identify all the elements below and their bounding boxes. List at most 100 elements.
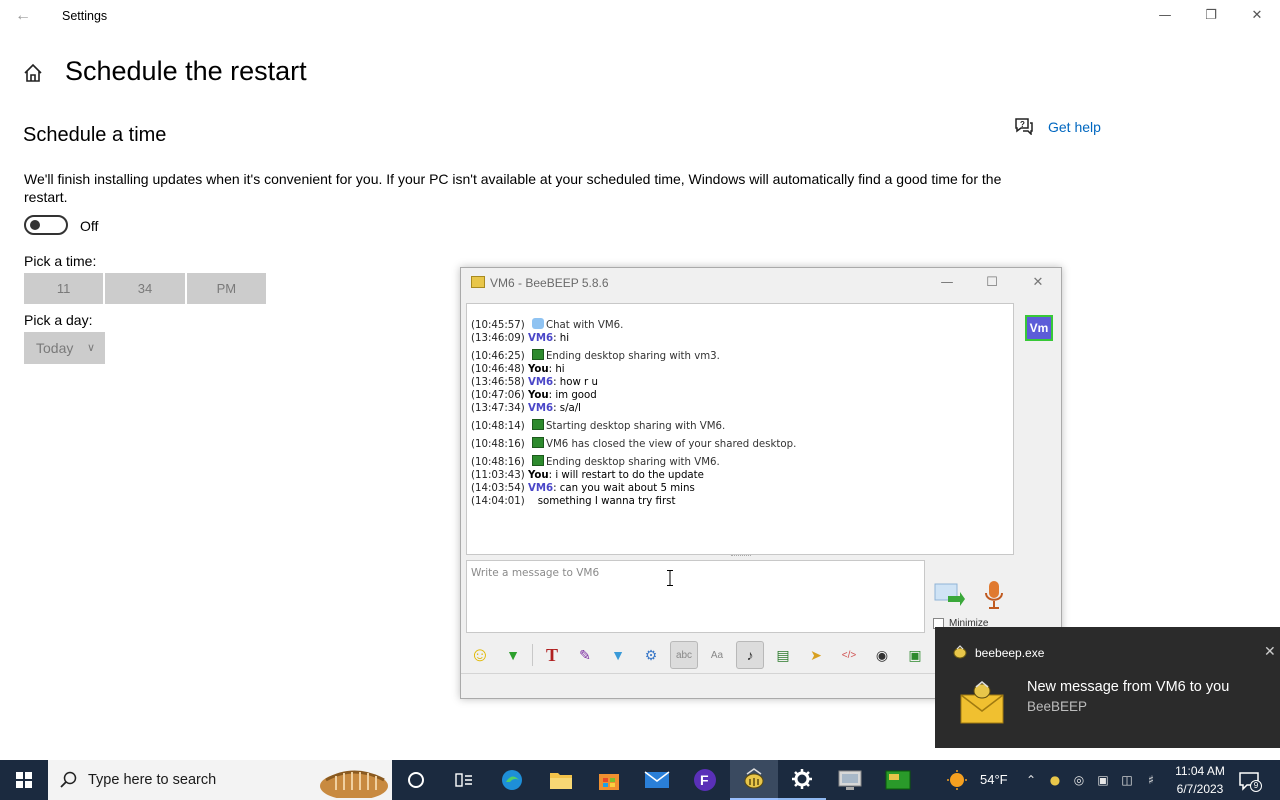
save-chat-icon[interactable]: ▤ (769, 641, 797, 669)
chat-log[interactable]: (10:45:57) Chat with VM6. (13:46:09) VM6:… (466, 303, 1014, 555)
home-icon[interactable] (22, 62, 44, 84)
beebeep-taskbar-icon[interactable] (730, 760, 778, 800)
search-highlight-art-icon (320, 770, 388, 798)
emoticon-icon[interactable]: ☺ (466, 641, 494, 669)
settings-gear-icon[interactable]: ⚙ (637, 641, 665, 669)
app-f-icon[interactable]: F (681, 760, 729, 800)
taskbar: Type here to search F 54°F ⌃ ● ◎ ▣ ◫ ♯ 1… (0, 760, 1280, 800)
message-text: i will restart to do the update (555, 470, 704, 481)
message-timestamp: (10:48:14) (471, 421, 525, 432)
bee-tray-icon[interactable]: ● (1046, 771, 1064, 789)
message-sender: VM6 (527, 377, 554, 388)
message-timestamp: (10:46:25) (471, 351, 525, 362)
store-icon[interactable] (585, 760, 633, 800)
pick-day-label: Pick a day: (24, 312, 93, 328)
green-screen-icon (885, 770, 911, 790)
message-sender: VM6 (527, 333, 554, 344)
bee-icon (953, 645, 967, 659)
weather-icon[interactable] (946, 769, 968, 791)
clock-time[interactable]: 11:04 AM (1172, 764, 1228, 778)
word-complete-icon[interactable]: Aa (703, 641, 731, 669)
toast-notification[interactable]: beebeep.exe ✕ New message from VM6 to yo… (935, 627, 1280, 748)
close-icon[interactable]: ✕ (1018, 272, 1058, 294)
maximize-icon[interactable]: ☐ (972, 272, 1012, 294)
message-text: Starting desktop sharing with VM6. (545, 421, 726, 432)
message-timestamp: (13:47:34) (471, 403, 525, 414)
network-icon[interactable]: ◫ (1118, 771, 1136, 789)
message-timestamp: (10:48:16) (471, 439, 525, 450)
settings-titlebar: ← Settings — ❐ ✕ (0, 0, 1280, 32)
message-input[interactable]: Write a message to VM6 (466, 560, 925, 633)
schedule-toggle[interactable] (24, 215, 68, 235)
user-panel: Vm (1017, 303, 1061, 623)
chevron-up-icon[interactable]: ⌃ (1022, 771, 1040, 789)
webcam-icon[interactable]: ◎ (1070, 771, 1088, 789)
message-text: something I wanna try first (537, 496, 676, 507)
chat-message-row: (13:47:34) VM6: s/a/l (471, 403, 582, 414)
chat-system-row: (10:46:25) Ending desktop sharing with v… (471, 345, 1013, 363)
cortana-icon[interactable] (392, 760, 440, 800)
back-arrow-icon[interactable]: ← (12, 6, 34, 26)
minimize-icon[interactable]: — (927, 272, 967, 294)
svg-text:?: ? (1020, 120, 1025, 129)
pick-time-label: Pick a time: (24, 253, 97, 269)
chat-message-row: (11:03:43) You: i will restart to do the… (471, 470, 704, 481)
filter-icon[interactable]: ▼ (604, 641, 632, 669)
file-explorer-icon[interactable] (537, 760, 585, 800)
chat-system-row: (10:48:16) VM6 has closed the view of yo… (471, 433, 1013, 451)
screenshot-icon[interactable]: ◉ (868, 641, 896, 669)
clock-date[interactable]: 6/7/2023 (1172, 782, 1228, 796)
edge-icon[interactable] (488, 760, 536, 800)
send-icon[interactable] (934, 582, 966, 608)
chat-system-row: (10:48:14) Starting desktop sharing with… (471, 415, 1013, 433)
send-file-icon[interactable]: ▼ (499, 641, 527, 669)
html-icon[interactable]: </> (835, 641, 863, 669)
message-text: Ending desktop sharing with vm3. (545, 351, 720, 362)
message-text: hi (555, 364, 565, 375)
mail-icon[interactable] (633, 760, 681, 800)
message-sender: You (527, 364, 549, 375)
envelope-icon (960, 681, 1004, 724)
page-title: Schedule the restart (65, 56, 307, 86)
share-icon[interactable]: ➤ (802, 641, 830, 669)
chat-message-row: (14:04:01) something I wanna try first (471, 495, 1013, 508)
restore-icon[interactable]: ❐ (1188, 4, 1234, 28)
desktop-share-taskbar-icon[interactable] (874, 760, 922, 800)
desktop-share-icon[interactable]: ▣ (901, 641, 929, 669)
toggle-state-label: Off (80, 218, 99, 234)
remote-desktop-icon[interactable] (826, 760, 874, 800)
chevron-down-icon: ∨ (86, 342, 95, 354)
spellcheck-icon[interactable]: abc (670, 641, 698, 669)
microphone-icon[interactable] (983, 580, 1005, 610)
start-button[interactable] (0, 760, 48, 800)
task-view-icon[interactable] (440, 760, 488, 800)
window-title: Settings (62, 9, 108, 23)
volume-muted-icon[interactable]: ♯ (1142, 771, 1160, 789)
temperature-label[interactable]: 54°F (980, 772, 1008, 787)
settings-taskbar-icon[interactable] (778, 760, 826, 800)
font-color-icon[interactable]: ✎ (571, 641, 599, 669)
gear-icon (792, 769, 812, 789)
section-title: Schedule a time (23, 124, 167, 146)
close-icon[interactable]: ✕ (1264, 644, 1276, 660)
message-timestamp: (13:46:58) (471, 377, 525, 388)
sound-icon[interactable]: ♪ (736, 641, 764, 669)
time-minute: 34 (105, 273, 187, 304)
font-icon[interactable]: T (538, 641, 566, 669)
chat-toolbar: ☺ ▼ T ✎ ▼ ⚙ abc Aa ♪ ▤ ➤ </> ◉ ▣ (466, 639, 936, 671)
splitter-handle[interactable] (731, 555, 751, 559)
close-icon[interactable]: ✕ (1234, 4, 1280, 28)
message-text: hi (559, 333, 570, 344)
minimize-icon[interactable]: — (1142, 4, 1188, 28)
message-timestamp: (10:48:16) (471, 457, 525, 468)
message-sender: You (527, 470, 549, 481)
security-icon[interactable]: ▣ (1094, 771, 1112, 789)
chat-message-row: (10:46:48) You: hi (471, 364, 565, 375)
bee-icon (744, 768, 764, 789)
store-bag-icon (599, 774, 619, 790)
user-avatar-vm6[interactable]: Vm (1025, 315, 1053, 341)
chat-system-row: (10:48:16) Ending desktop sharing with V… (471, 451, 1013, 469)
message-placeholder: Write a message to VM6 (471, 567, 600, 579)
taskbar-search[interactable]: Type here to search (48, 760, 392, 800)
message-sender: VM6 (527, 403, 554, 414)
